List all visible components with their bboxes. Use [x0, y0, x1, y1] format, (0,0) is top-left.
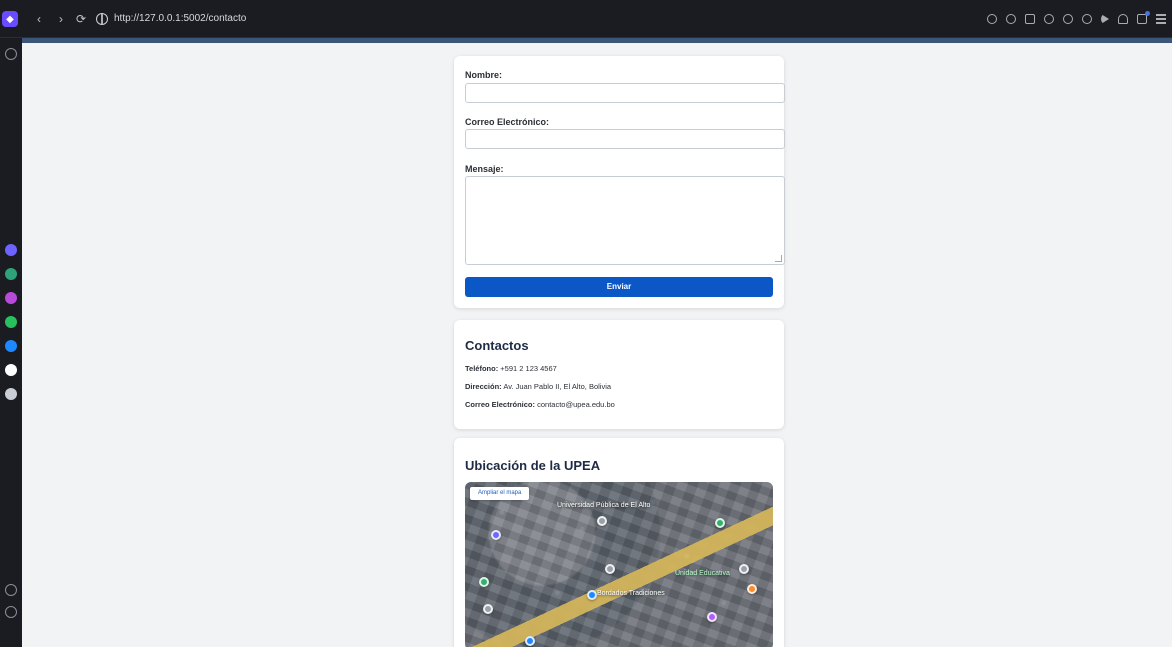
- expand-map-link[interactable]: Ampliar el mapa: [470, 487, 530, 500]
- contacts-card: Contactos Teléfono: +591 2 123 4567 Dire…: [454, 320, 784, 429]
- email-input[interactable]: [465, 129, 785, 149]
- name-label: Nombre:: [465, 70, 503, 80]
- address-value: Av. Juan Pablo II, El Alto, Bolivia: [503, 382, 612, 391]
- app-icon-4[interactable]: [5, 316, 17, 328]
- app-icon-1[interactable]: [5, 244, 17, 256]
- browser-logo-icon: ◆: [2, 11, 18, 27]
- name-input[interactable]: [465, 83, 785, 103]
- map-label: Universidad Pública de El Alto: [557, 502, 651, 509]
- map-label: Bordados Tradiciones: [597, 590, 665, 597]
- map-pin-icon[interactable]: [605, 564, 615, 574]
- settings-icon[interactable]: [1082, 14, 1092, 24]
- map-card: Ubicación de la UPEA Ampliar el mapa Uni…: [454, 438, 784, 647]
- sidebar-clock-icon[interactable]: [5, 606, 17, 618]
- contact-email-line: Correo Electrónico: contacto@upea.edu.bo: [465, 400, 615, 409]
- home-icon[interactable]: [5, 48, 17, 60]
- address-text[interactable]: http://127.0.0.1:5002/contacto: [114, 10, 246, 28]
- map-pin-icon[interactable]: [739, 564, 749, 574]
- camera-icon[interactable]: [1044, 14, 1054, 24]
- app-icon-6[interactable]: [5, 364, 17, 376]
- app-icon-2[interactable]: [5, 268, 17, 280]
- address-line: Dirección: Av. Juan Pablo II, El Alto, B…: [465, 382, 611, 391]
- reload-icon[interactable]: ⟳: [74, 12, 88, 26]
- browser-toolbar: ◆ ‹ › ⟳ http://127.0.0.1:5002/contacto: [0, 0, 1172, 38]
- heart-icon[interactable]: [1118, 14, 1128, 24]
- address-bar[interactable]: http://127.0.0.1:5002/contacto: [96, 10, 516, 28]
- app-icon-5[interactable]: [5, 340, 17, 352]
- sidebar-help-icon[interactable]: [5, 584, 17, 596]
- message-textarea[interactable]: [465, 176, 785, 265]
- chevron-right-icon[interactable]: ›: [54, 12, 68, 26]
- satellite-map[interactable]: Ampliar el mapa Universidad Pública de E…: [465, 482, 773, 647]
- submit-button[interactable]: Enviar: [465, 277, 773, 297]
- map-pin-icon[interactable]: [479, 577, 489, 587]
- map-pin-icon[interactable]: [707, 612, 717, 622]
- page-content: Nombre: Correo Electrónico: Mensaje: Env…: [22, 38, 1172, 647]
- browser-window: ◆ ‹ › ⟳ http://127.0.0.1:5002/contacto N…: [0, 0, 1172, 647]
- map-label: Unidad Educativa: [675, 570, 730, 577]
- contact-email-label: Correo Electrónico:: [465, 400, 536, 409]
- phone-label: Teléfono:: [465, 364, 499, 373]
- search-icon[interactable]: [987, 14, 997, 24]
- globe-icon: [96, 13, 108, 25]
- contact-form-card: Nombre: Correo Electrónico: Mensaje: Env…: [454, 56, 785, 308]
- map-pin-icon[interactable]: [483, 604, 493, 614]
- phone-value: +591 2 123 4567: [500, 364, 557, 373]
- app-icon-7[interactable]: [5, 388, 17, 400]
- browser-actions: [987, 10, 1166, 28]
- resize-handle-icon[interactable]: [775, 255, 782, 262]
- map-pin-icon[interactable]: [715, 518, 725, 528]
- edit-icon[interactable]: [1025, 14, 1035, 24]
- contacts-title: Contactos: [465, 338, 529, 353]
- map-title: Ubicación de la UPEA: [465, 458, 601, 473]
- email-label: Correo Electrónico:: [465, 117, 550, 127]
- play-icon[interactable]: [1101, 14, 1109, 24]
- phone-line: Teléfono: +591 2 123 4567: [465, 364, 557, 373]
- message-label: Mensaje:: [465, 164, 504, 174]
- map-pin-icon[interactable]: [491, 530, 501, 540]
- contact-email-value: contacto@upea.edu.bo: [537, 400, 615, 409]
- account-icon[interactable]: [1006, 14, 1016, 24]
- shield-icon[interactable]: [1063, 14, 1073, 24]
- map-pin-icon[interactable]: [747, 584, 757, 594]
- chevron-left-icon[interactable]: ‹: [32, 12, 46, 26]
- app-icon-3[interactable]: [5, 292, 17, 304]
- menu-icon[interactable]: [1156, 14, 1166, 24]
- download-icon[interactable]: [1137, 11, 1150, 24]
- page-top-accent: [22, 38, 1172, 43]
- address-label: Dirección:: [465, 382, 502, 391]
- browser-sidebar: [0, 38, 22, 647]
- map-pin-icon[interactable]: [597, 516, 607, 526]
- map-pin-icon[interactable]: [587, 590, 597, 600]
- map-pin-icon[interactable]: [525, 636, 535, 646]
